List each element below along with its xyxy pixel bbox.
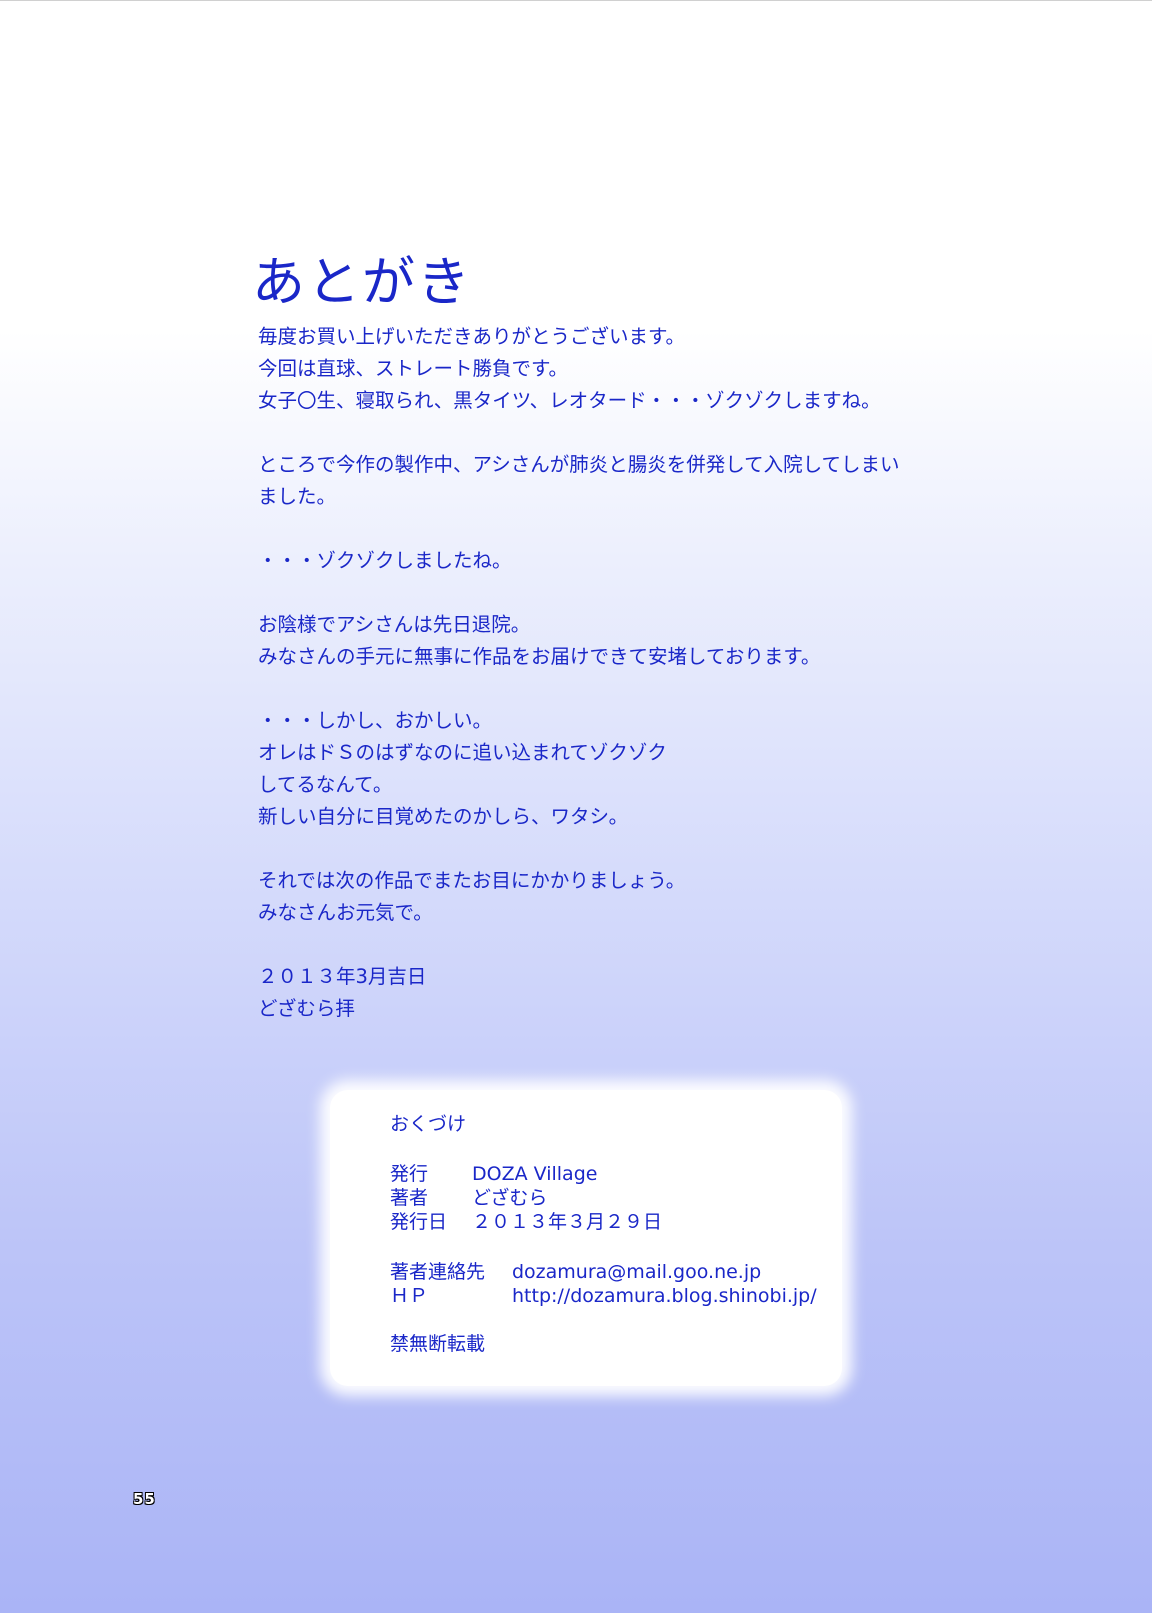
page-top-border [0,0,1152,1]
paragraph: ところで今作の製作中、アシさんが肺炎と腸炎を併発して入院してしまい ました。 [258,449,1018,513]
hp-row: ＨＰ http://dozamura.blog.shinobi.jp/ [390,1284,817,1308]
contact-row: 著者連絡先 dozamura@mail.goo.ne.jp [390,1260,761,1284]
hp-url-link[interactable]: http://dozamura.blog.shinobi.jp/ [512,1284,817,1308]
colophon-box: おくづけ 発行 DOZA Village 著者 どざむら 発行日 ２０１３年３月… [330,1090,842,1386]
publisher-label: 発行 [390,1163,429,1185]
text-line: ところで今作の製作中、アシさんが肺炎と腸炎を併発して入院してしまい [258,453,900,476]
paragraph: ・・・しかし、おかしい。 オレはドＳのはずなのに追い込まれてゾクゾク してるなん… [258,705,1018,833]
hp-label: ＨＰ [390,1285,429,1307]
date-value: ２０１３年３月２９日 [472,1211,663,1233]
signature-name: どざむら拝 [258,997,355,1020]
author-value: どざむら [472,1187,548,1209]
publisher-row: 発行 DOZA Village [390,1162,597,1186]
text-line: 今回は直球、ストレート勝負です。 [258,357,569,380]
reprint-notice: 禁無断転載 [390,1333,486,1355]
author-row: 著者 どざむら [390,1186,547,1210]
contact-label: 著者連絡先 [390,1261,486,1283]
text-line: それでは次の作品でまたお目にかかりましょう。 [258,869,686,892]
text-line: 新しい自分に目覚めたのかしら、ワタシ。 [258,805,629,828]
page-title: あとがき [252,251,472,313]
paragraph: 毎度お買い上げいただきありがとうございます。 今回は直球、ストレート勝負です。 … [258,321,1018,417]
date-row: 発行日 ２０１３年３月２９日 [390,1210,662,1234]
text-line: みなさんお元気で。 [258,901,433,924]
text-line: 毎度お買い上げいただきありがとうございます。 [258,325,686,348]
paragraph: それでは次の作品でまたお目にかかりましょう。 みなさんお元気で。 [258,865,1018,929]
text-line: ました。 [258,485,337,508]
signature-date: ２０１３年3月吉日 [258,965,427,988]
text-line: してるなんて。 [258,773,393,796]
text-line: ・・・しかし、おかしい。 [258,709,493,732]
afterword-body: 毎度お買い上げいただきありがとうございます。 今回は直球、ストレート勝負です。 … [258,321,1018,1057]
text-line: オレはドＳのはずなのに追い込まれてゾクゾク [258,741,667,764]
paragraph: お陰様でアシさんは先日退院。 みなさんの手元に無事に作品をお届けできて安堵してお… [258,609,1018,673]
colophon-title: おくづけ [390,1113,467,1135]
date-label: 発行日 [390,1211,448,1233]
contact-email-link[interactable]: dozamura@mail.goo.ne.jp [512,1260,761,1284]
page-number: 55 [133,1490,156,1508]
text-line: ・・・ゾクゾクしましたね。 [258,549,512,572]
author-label: 著者 [390,1187,429,1209]
text-line: 女子〇生、寝取られ、黒タイツ、レオタード・・・ゾクゾクしますね。 [258,389,881,412]
paragraph: ・・・ゾクゾクしましたね。 [258,545,1018,577]
text-line: お陰様でアシさんは先日退院。 [258,613,531,636]
signature-paragraph: ２０１３年3月吉日 どざむら拝 [258,961,1018,1025]
publisher-value: DOZA Village [472,1163,598,1185]
text-line: みなさんの手元に無事に作品をお届けできて安堵しております。 [258,645,821,668]
